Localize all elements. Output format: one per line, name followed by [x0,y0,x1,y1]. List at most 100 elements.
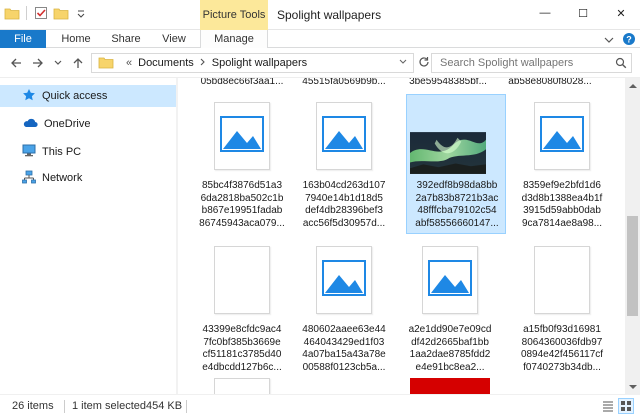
file-name: 43399e8cfdc9ac4 7fc0bf385b3669e cf51181c37… [202,324,282,373]
quick-access-toolbar [4,5,89,21]
file-item[interactable]: 85bc4f3876d51a3 6da2818ba502c1b b867e19951… [192,94,292,232]
close-button[interactable]: ✕ [602,0,640,26]
nav-item-label: Network [42,172,83,184]
breadcrumb-spolight-wallpapers[interactable]: Spolight wallpapers [212,57,307,69]
details-view-icon[interactable] [600,398,616,414]
network-icon [22,170,36,187]
customize-qat-icon[interactable] [73,5,89,21]
tab-manage[interactable]: Manage [200,30,268,48]
back-icon[interactable] [8,55,24,71]
new-folder-icon[interactable] [53,5,69,21]
address-bar[interactable]: « Documents Spolight wallpapers [91,53,414,73]
chevron-right-icon[interactable] [200,57,206,69]
nav-item-label: Quick access [42,90,108,102]
image-file-icon [316,102,372,170]
blank-file-icon [214,246,270,314]
refresh-icon[interactable] [418,56,430,71]
image-file-icon [422,246,478,314]
maximize-button[interactable]: ☐ [564,0,602,26]
search-box [431,53,632,73]
forward-icon[interactable] [30,55,46,71]
file-item[interactable]: 480602aaee63e44 464043429ed1f03 4a07ba15a4… [294,238,394,376]
search-icon[interactable] [615,57,627,72]
red-image-thumbnail [410,378,490,394]
cloud-icon [22,117,38,132]
address-row: « Documents Spolight wallpapers [0,48,640,78]
title-bar: Picture Tools Spolight wallpapers — ☐ ✕ [0,0,640,30]
selection-size: 454 KB [146,400,183,412]
file-name: 85bc4f3876d51a3 6da2818ba502c1b b867e19951… [199,180,285,229]
file-name: 3be59548385bf... [409,78,487,87]
image-file-icon [214,102,270,170]
file-name: 163b04cd263d107 7940e14b1d18d5 def4db28396… [302,180,386,229]
expand-ribbon-icon[interactable] [604,35,614,47]
file-name: 05bd8ec66f3aa1... [200,78,284,87]
nav-item-label: OneDrive [44,118,91,130]
nav-item-quick-access[interactable]: Quick access [0,85,176,107]
ribbon-controls: ? [604,32,636,49]
file-name: a15fb0f93d16981 8064360036fdb97 0894e42f45… [520,324,604,373]
breadcrumb-documents[interactable]: Documents [138,57,194,69]
file-item[interactable]: a15fb0f93d16981 8064360036fdb97 0894e42f45… [512,238,612,376]
tab-view[interactable]: View [152,30,196,48]
file-item[interactable]: 8359ef9e2bfd1d6 d3d8b1388ea4b1f 3915d59abb… [512,94,612,232]
file-item[interactable] [400,378,500,394]
computer-icon [22,144,36,160]
blank-file-icon [214,378,270,394]
address-history-icon[interactable] [399,57,407,67]
scrollbar-thumb[interactable] [627,216,638,316]
nav-item-onedrive[interactable]: OneDrive [0,113,176,135]
large-icons-view-icon[interactable] [618,398,634,414]
file-item[interactable]: ab58e8080f8028... [500,78,600,92]
status-separator [186,400,187,413]
file-item[interactable] [192,378,292,394]
minimize-button[interactable]: — [526,0,564,26]
qat-separator [26,6,27,20]
nav-item-this-pc[interactable]: This PC [0,141,176,163]
status-bar: 26 items 1 item selected 454 KB [0,394,640,417]
star-icon [22,88,36,105]
help-icon[interactable]: ? [622,32,636,49]
image-file-icon [316,246,372,314]
properties-icon[interactable] [33,5,49,21]
file-item[interactable]: 43399e8cfdc9ac4 7fc0bf385b3669e cf51181c37… [192,238,292,376]
tab-share[interactable]: Share [104,30,148,48]
nav-item-network[interactable]: Network [0,167,176,189]
item-count: 26 items [12,400,54,412]
ribbon-tabs: File Home Share View Manage ? [0,30,640,48]
window-title: Spolight wallpapers [277,8,382,22]
file-item[interactable]: 05bd8ec66f3aa1... [192,78,292,92]
file-item[interactable]: 45515fa0569b9b... [294,78,394,92]
view-switcher [600,398,634,414]
svg-text:?: ? [626,35,632,45]
nav-item-label: This PC [42,146,82,158]
up-icon[interactable] [70,55,86,71]
tab-home[interactable]: Home [54,30,98,48]
image-file-icon [534,102,590,170]
search-input[interactable] [432,54,612,72]
selection-info: 1 item selected [72,400,146,412]
file-item[interactable]: a2e1dd90e7e09cd df42d2665baf1bb 1aa2dae878… [400,238,500,376]
file-name: 45515fa0569b9b... [302,78,386,87]
scroll-down-icon[interactable] [625,380,640,394]
aurora-photo-thumbnail [410,131,490,175]
file-item[interactable]: 163b04cd263d107 7940e14b1d18d5 def4db28396… [294,94,394,232]
file-item-selected[interactable]: 392edf8b98da8bb 2a7b83b8721b3ac 48fffcba79… [406,94,506,234]
folder-icon[interactable] [4,5,20,21]
blank-file-icon [534,246,590,314]
file-name: 392edf8b98da8bb 2a7b83b8721b3ac 48fffcba79… [415,180,499,229]
file-item[interactable]: 3be59548385bf... [398,78,498,92]
tab-file[interactable]: File [0,30,46,48]
file-name: ab58e8080f8028... [508,78,592,87]
vertical-scrollbar[interactable] [625,78,640,394]
folder-icon [98,55,114,72]
navigation-pane: Quick access OneDrive This PC Network [0,78,176,394]
breadcrumb-overflow[interactable]: « [126,57,132,69]
scroll-up-icon[interactable] [625,78,640,92]
picture-tools-context-tab: Picture Tools [200,0,268,30]
file-name: 8359ef9e2bfd1d6 d3d8b1388ea4b1f 3915d59abb… [521,180,603,229]
file-name: a2e1dd90e7e09cd df42d2665baf1bb 1aa2dae878… [408,324,492,373]
file-grid: 05bd8ec66f3aa1... 45515fa0569b9b... 3be5… [178,78,625,394]
recent-locations-icon[interactable] [50,55,66,71]
file-name: 480602aaee63e44 464043429ed1f03 4a07ba15a4… [302,324,386,373]
